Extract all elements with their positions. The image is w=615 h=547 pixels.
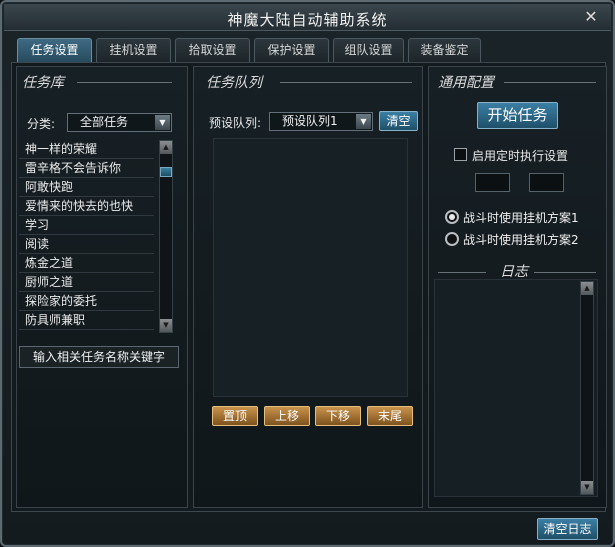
chevron-down-icon[interactable]: ▼ bbox=[356, 114, 371, 129]
move-top-button[interactable]: 置顶 bbox=[212, 406, 258, 426]
plan1-label[interactable]: 战斗时使用挂机方案1 bbox=[463, 209, 579, 226]
radio-selected-dot bbox=[449, 214, 455, 220]
category-label: 分类: bbox=[27, 117, 56, 131]
clear-queue-button[interactable]: 清空 bbox=[379, 111, 418, 131]
chevron-down-icon[interactable]: ▼ bbox=[155, 115, 170, 130]
list-item[interactable]: 探险家的委托 bbox=[19, 292, 154, 311]
list-item[interactable]: 爱情来的快去的也快 bbox=[19, 197, 154, 216]
task-search-input[interactable]: 输入相关任务名称关键字 bbox=[19, 346, 179, 368]
log-area bbox=[434, 279, 598, 497]
divider bbox=[438, 272, 486, 273]
divider bbox=[534, 272, 596, 273]
timer-minute-input[interactable] bbox=[529, 173, 564, 192]
preset-queue-value: 预设队列1 bbox=[282, 114, 338, 128]
window-title: 神魔大陆自动辅助系统 bbox=[227, 11, 388, 29]
move-up-button[interactable]: 上移 bbox=[264, 406, 310, 426]
tab-team-settings[interactable]: 组队设置 bbox=[333, 38, 404, 62]
divider bbox=[280, 82, 412, 83]
divider bbox=[504, 82, 596, 83]
tab-task-settings[interactable]: 任务设置 bbox=[17, 38, 92, 62]
triangle-up-icon[interactable]: ▲ bbox=[160, 141, 172, 154]
list-item[interactable]: 炼金之道 bbox=[19, 254, 154, 273]
tab-afk-settings[interactable]: 挂机设置 bbox=[96, 38, 171, 62]
list-item[interactable]: 阿敢快跑 bbox=[19, 178, 154, 197]
title-bar: 神魔大陆自动辅助系统 ✕ bbox=[4, 4, 611, 31]
preset-queue-label: 预设队列: bbox=[209, 116, 262, 130]
plan1-radio[interactable] bbox=[445, 210, 459, 224]
task-queue-list[interactable] bbox=[213, 138, 408, 397]
category-select[interactable]: 全部任务 ▼ bbox=[67, 113, 172, 132]
start-task-button[interactable]: 开始任务 bbox=[477, 102, 558, 129]
general-config-title: 通用配置 bbox=[438, 75, 494, 91]
close-icon[interactable]: ✕ bbox=[583, 9, 599, 25]
log-scrollbar[interactable]: ▲ ▼ bbox=[580, 281, 594, 495]
task-list: 神一样的荣耀 雷辛格不会告诉你 阿敢快跑 爱情来的快去的也快 学习 阅读 炼金之… bbox=[19, 140, 154, 330]
timer-checkbox[interactable] bbox=[454, 148, 467, 161]
list-item[interactable]: 学习 bbox=[19, 216, 154, 235]
timer-hour-input[interactable] bbox=[475, 173, 510, 192]
task-library-title: 任务库 bbox=[22, 75, 64, 91]
list-item[interactable]: 防具师兼职 bbox=[19, 311, 154, 330]
move-down-button[interactable]: 下移 bbox=[315, 406, 361, 426]
tab-equip-identify[interactable]: 装备鉴定 bbox=[408, 38, 481, 62]
main-window: 神魔大陆自动辅助系统 ✕ 任务设置 挂机设置 拾取设置 保护设置 组队设置 装备… bbox=[0, 0, 615, 547]
plan2-label[interactable]: 战斗时使用挂机方案2 bbox=[463, 231, 579, 248]
list-item[interactable]: 雷辛格不会告诉你 bbox=[19, 159, 154, 178]
task-queue-title: 任务队列 bbox=[206, 75, 262, 91]
preset-queue-select[interactable]: 预设队列1 ▼ bbox=[269, 112, 373, 131]
tab-pickup-settings[interactable]: 拾取设置 bbox=[175, 38, 250, 62]
log-title: 日志 bbox=[500, 264, 528, 280]
divider bbox=[77, 82, 172, 83]
list-item[interactable]: 神一样的荣耀 bbox=[19, 140, 154, 159]
plan2-radio[interactable] bbox=[445, 232, 459, 246]
scroll-thumb[interactable] bbox=[160, 167, 172, 177]
timer-label: 启用定时执行设置 bbox=[472, 149, 569, 163]
triangle-up-icon[interactable]: ▲ bbox=[581, 282, 593, 295]
clear-log-button[interactable]: 清空日志 bbox=[537, 518, 598, 540]
task-list-scrollbar[interactable]: ▲ ▼ bbox=[159, 140, 173, 333]
category-value: 全部任务 bbox=[80, 115, 129, 129]
triangle-down-icon[interactable]: ▼ bbox=[160, 319, 172, 332]
triangle-down-icon[interactable]: ▼ bbox=[581, 481, 593, 494]
list-item[interactable]: 阅读 bbox=[19, 235, 154, 254]
move-bottom-button[interactable]: 末尾 bbox=[367, 406, 413, 426]
list-item[interactable]: 厨师之道 bbox=[19, 273, 154, 292]
tab-protect-settings[interactable]: 保护设置 bbox=[254, 38, 329, 62]
